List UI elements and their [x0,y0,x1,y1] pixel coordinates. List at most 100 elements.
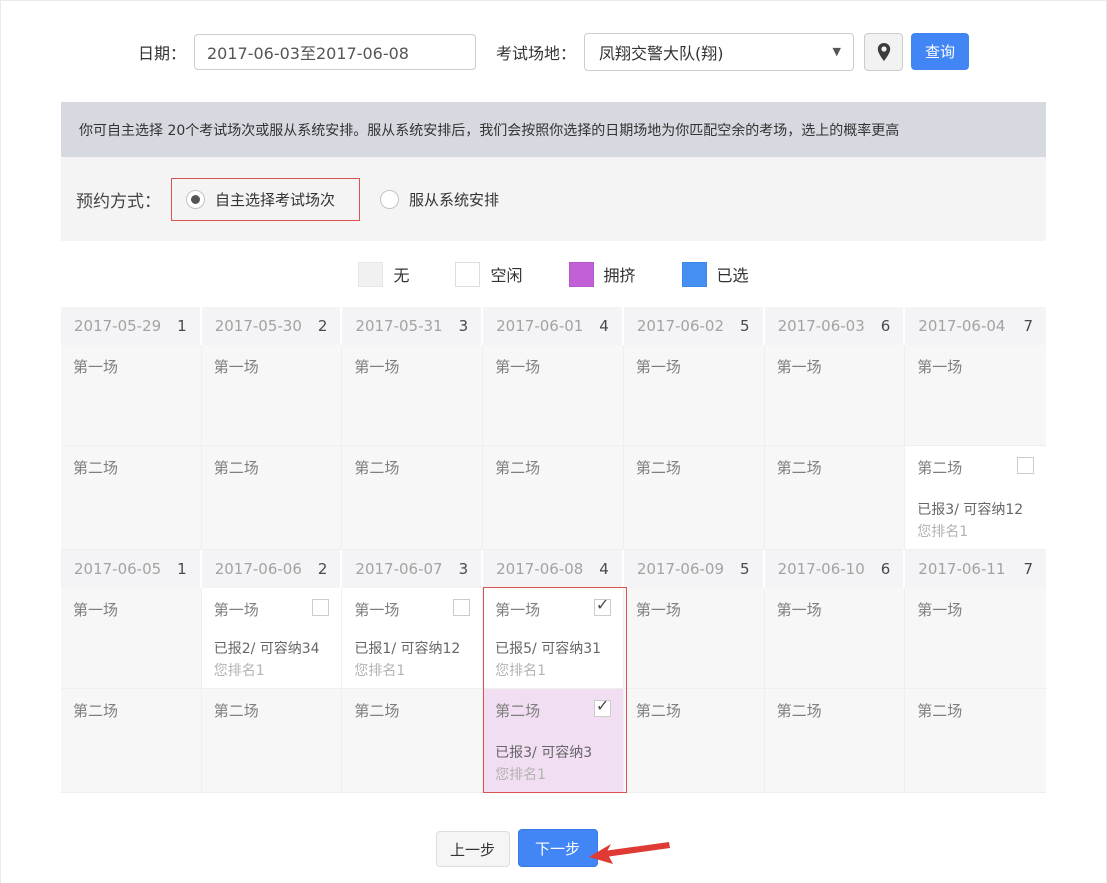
calendar-header-row: 2017-06-0512017-06-0622017-06-0732017-06… [61,550,1046,588]
calendar-day-header: 2017-06-117 [905,550,1046,588]
session-cell: 第二场已报3/ 可容纳12您排名1 [905,446,1046,550]
day-date: 2017-06-07 [355,560,442,578]
session-cell: 第一场 [765,345,906,446]
legend-swatch-已选 [682,262,707,287]
capacity-text: 已报3/ 可容纳3 [495,742,592,762]
calendar-day-header: 2017-05-31 3 [342,307,483,345]
day-date: 2017-06-01 [496,317,583,335]
legend-label: 空闲 [490,262,522,286]
session-cell: 第二场 [202,446,343,550]
query-button[interactable]: 查询 [911,33,969,70]
radio-option-self-select[interactable]: 自主选择考试场次 [186,189,335,210]
session-cell: 第一场 [765,588,906,689]
calendar-day-header: 2017-06-08 4 [483,550,624,588]
capacity-text: 已报1/ 可容纳12 [354,638,460,658]
session-cell: 第一场 [624,345,765,446]
next-step-button[interactable]: 下一步 [518,829,598,867]
calendar-session-row: 第一场第一场已报2/ 可容纳34您排名1第一场已报1/ 可容纳12您排名1第一场… [61,588,1046,689]
day-weekday: 6 [881,317,891,335]
day-weekday: 6 [881,560,891,578]
rank-text: 您排名1 [495,764,546,784]
day-weekday: 1 [177,317,187,335]
session-name: 第二场 [354,702,399,720]
session-checkbox[interactable] [453,599,470,616]
session-cell: 第一场 [61,588,202,689]
day-date: 2017-05-29 [74,317,161,335]
venue-label: 考试场地： [496,40,576,64]
day-date: 2017-06-08 [496,560,583,578]
day-date: 2017-05-30 [215,317,302,335]
day-weekday: 7 [1023,560,1033,578]
day-date: 2017-06-06 [215,560,302,578]
calendar: 2017-05-2912017-05-3022017-05-3132017-06… [61,307,1046,793]
calendar-day-header: 2017-06-025 [624,307,765,345]
radio-icon[interactable] [380,190,399,209]
exam-booking-page: 日期： 考试场地： 凤翔交警大队(翔) ▼ 查询 你可自主选择 20个考试场次或… [0,0,1107,883]
date-range-input[interactable] [194,34,476,70]
check-icon: ✓ [596,698,609,714]
session-name: 第二场 [73,459,118,477]
rank-text: 您排名1 [917,521,968,541]
session-name: 第二场 [636,702,681,720]
session-name: 第一场 [495,358,540,376]
legend-swatch-无 [358,262,383,287]
venue-select[interactable]: 凤翔交警大队(翔) ▼ [584,33,854,71]
day-date: 2017-06-10 [778,560,865,578]
session-name: 第二场 [636,459,681,477]
prev-step-button[interactable]: 上一步 [436,831,510,867]
session-checkbox[interactable]: ✓ [594,599,611,616]
day-weekday: 3 [459,317,469,335]
radio-option-label: 服从系统安排 [409,189,499,210]
session-name: 第一场 [354,358,399,376]
day-date: 2017-06-02 [637,317,724,335]
session-name: 第一场 [73,601,118,619]
session-cell: 第二场 [342,689,483,793]
session-name: 第二场 [917,459,962,477]
day-weekday: 5 [740,560,750,578]
legend-item: 拥挤 [569,262,636,287]
legend-item: 已选 [682,262,749,287]
venue-select-value: 凤翔交警大队(翔) [599,40,724,64]
calendar-day-header: 2017-06-10 6 [765,550,906,588]
session-cell: 第一场 [61,345,202,446]
session-name: 第一场 [495,601,540,619]
session-cell: 第二场 [624,689,765,793]
legend-swatch-空闲 [455,262,480,287]
calendar-day-header: 2017-05-29 1 [61,307,202,345]
capacity-text: 已报5/ 可容纳31 [495,638,601,658]
calendar-session-row: 第二场第二场第二场第二场第二场第二场第二场已报3/ 可容纳12您排名1 [61,446,1046,550]
calendar-day-header: 2017-06-073 [342,550,483,588]
legend-item: 无 [358,262,409,287]
session-checkbox[interactable] [1017,457,1034,474]
check-icon: ✓ [596,597,609,613]
legend-label: 拥挤 [604,262,636,286]
rank-text: 您排名1 [214,660,265,680]
session-checkbox[interactable]: ✓ [594,700,611,717]
day-weekday: 4 [599,560,609,578]
session-cell: 第二场 [624,446,765,550]
session-cell: 第一场 [202,345,343,446]
calendar-week: 2017-06-0512017-06-0622017-06-0732017-06… [61,550,1046,793]
session-name: 第二场 [917,702,962,720]
session-name: 第二场 [777,702,822,720]
session-cell: 第二场 [202,689,343,793]
session-cell: 第二场 [342,446,483,550]
day-date: 2017-06-03 [778,317,865,335]
legend-label: 无 [393,262,409,286]
session-name: 第一场 [214,601,259,619]
session-cell: 第一场 [905,345,1046,446]
legend: 无 空闲 拥挤 已选 [1,241,1106,307]
radio-icon[interactable] [186,190,205,209]
radio-option-system-arrange[interactable]: 服从系统安排 [380,189,499,210]
notice-bar: 你可自主选择 20个考试场次或服从系统安排。服从系统安排后，我们会按照你选择的日… [61,102,1046,157]
date-label: 日期： [138,40,186,64]
day-date: 2017-05-31 [355,317,442,335]
session-name: 第二场 [354,459,399,477]
session-cell: 第一场 [905,588,1046,689]
filter-bar: 日期： 考试场地： 凤翔交警大队(翔) ▼ 查询 [1,1,1106,102]
calendar-day-header: 2017-06-095 [624,550,765,588]
map-location-button[interactable] [864,33,903,71]
session-cell: 第一场已报2/ 可容纳34您排名1 [202,588,343,689]
session-checkbox[interactable] [312,599,329,616]
calendar-session-row: 第二场第二场第二场第二场✓已报3/ 可容纳3您排名1第二场第二场第二场 [61,689,1046,793]
